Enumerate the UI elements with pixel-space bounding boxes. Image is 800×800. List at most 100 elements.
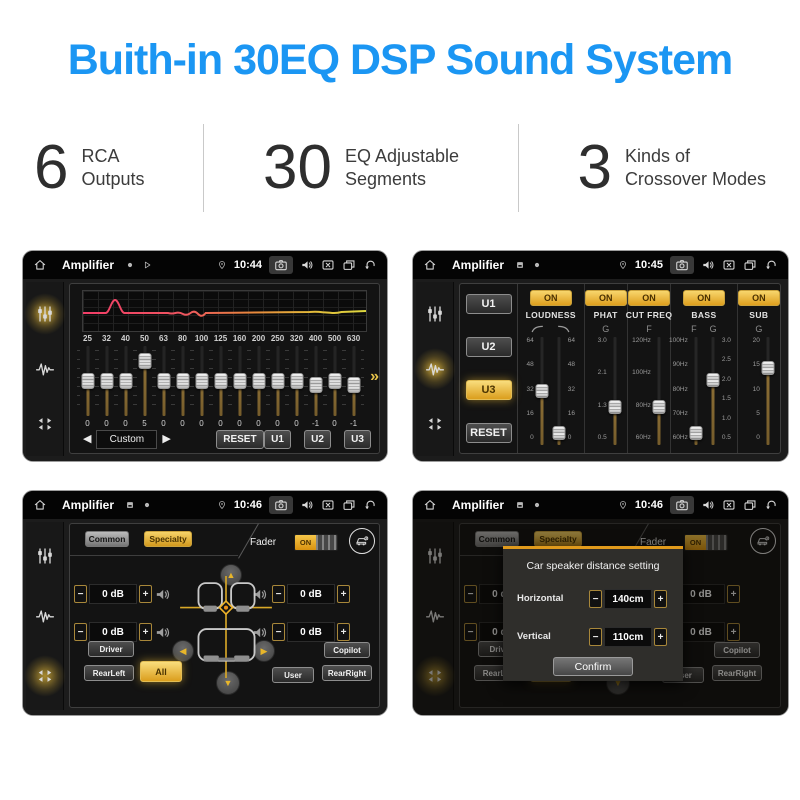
equalizer-nav-icon[interactable] xyxy=(421,300,449,328)
decrease-button[interactable]: − xyxy=(74,585,87,603)
slider-handle[interactable] xyxy=(707,373,720,387)
home-icon[interactable] xyxy=(33,258,47,272)
slider-handle[interactable] xyxy=(653,400,666,414)
increase-button[interactable]: + xyxy=(337,585,350,603)
crossover-reset-button[interactable]: RESET xyxy=(466,423,512,443)
fader-toggle[interactable]: ON xyxy=(294,534,338,551)
eq-band-slider[interactable] xyxy=(118,346,133,416)
slider-handle[interactable] xyxy=(290,373,303,389)
increase-button[interactable]: + xyxy=(139,585,152,603)
more-chevron[interactable]: » xyxy=(370,368,379,386)
balance-nav-icon[interactable] xyxy=(31,662,59,690)
eq-band-slider[interactable] xyxy=(289,346,304,416)
slider-handle[interactable] xyxy=(328,373,341,389)
decrease-button[interactable]: − xyxy=(589,628,602,646)
decrease-button[interactable]: − xyxy=(272,623,285,641)
home-icon[interactable] xyxy=(33,498,47,512)
recent-apps-icon[interactable] xyxy=(342,498,356,512)
preset-next-button[interactable]: ▶ xyxy=(157,434,175,445)
rear-right-button[interactable]: RearRight xyxy=(322,665,372,681)
eq-band-slider[interactable] xyxy=(308,346,323,416)
back-icon[interactable] xyxy=(363,498,377,512)
slider-handle[interactable] xyxy=(762,361,775,375)
channel-on-button[interactable]: ON xyxy=(683,290,725,306)
slider-handle[interactable] xyxy=(271,373,284,389)
home-icon[interactable] xyxy=(423,498,437,512)
decrease-button[interactable]: − xyxy=(74,623,87,641)
tab-common[interactable]: Common xyxy=(85,531,129,547)
volume-icon[interactable] xyxy=(701,258,715,272)
user-button[interactable]: User xyxy=(272,667,314,683)
volume-icon[interactable] xyxy=(300,498,314,512)
confirm-button[interactable]: Confirm xyxy=(553,657,633,676)
slider-handle[interactable] xyxy=(119,373,132,389)
eq-band-slider[interactable] xyxy=(346,346,361,416)
crossover-slider[interactable] xyxy=(652,337,667,445)
slider-handle[interactable] xyxy=(138,353,151,369)
increase-button[interactable]: + xyxy=(337,623,350,641)
screenshot-button[interactable] xyxy=(269,496,293,514)
recent-apps-icon[interactable] xyxy=(342,258,356,272)
volume-icon[interactable] xyxy=(701,498,715,512)
eq-band-slider[interactable] xyxy=(194,346,209,416)
tab-specialty[interactable]: Specialty xyxy=(144,531,192,547)
slider-handle[interactable] xyxy=(157,373,170,389)
memory-u3-button[interactable]: U3 xyxy=(466,380,512,400)
equalizer-nav-icon[interactable] xyxy=(31,300,59,328)
home-icon[interactable] xyxy=(423,258,437,272)
channel-on-button[interactable]: ON xyxy=(530,290,572,306)
crossover-slider[interactable] xyxy=(706,337,721,445)
crossover-slider[interactable] xyxy=(761,337,776,445)
close-app-icon[interactable] xyxy=(321,498,335,512)
eq-band-slider[interactable] xyxy=(213,346,228,416)
screenshot-button[interactable] xyxy=(269,256,293,274)
volume-icon[interactable] xyxy=(300,258,314,272)
car-seat-diagram[interactable] xyxy=(180,576,272,678)
crossover-slider[interactable] xyxy=(552,337,567,445)
decrease-button[interactable]: − xyxy=(272,585,285,603)
close-app-icon[interactable] xyxy=(722,498,736,512)
preset-prev-button[interactable]: ◀ xyxy=(78,434,96,445)
slider-handle[interactable] xyxy=(690,426,703,440)
balance-nav-icon[interactable] xyxy=(421,410,449,438)
slider-handle[interactable] xyxy=(214,373,227,389)
back-icon[interactable] xyxy=(764,498,778,512)
slider-handle[interactable] xyxy=(100,373,113,389)
eq-band-slider[interactable] xyxy=(156,346,171,416)
eq-band-slider[interactable] xyxy=(251,346,266,416)
recent-apps-icon[interactable] xyxy=(743,498,757,512)
sound-effect-nav-icon[interactable] xyxy=(421,355,449,383)
memory-u3-button[interactable]: U3 xyxy=(344,430,371,449)
all-button[interactable]: All xyxy=(140,661,182,682)
slider-handle[interactable] xyxy=(347,377,360,393)
increase-button[interactable]: + xyxy=(139,623,152,641)
sound-effect-nav-icon[interactable] xyxy=(31,602,59,630)
back-icon[interactable] xyxy=(764,258,778,272)
slider-handle[interactable] xyxy=(609,400,622,414)
balance-nav-icon[interactable] xyxy=(31,410,59,438)
decrease-button[interactable]: − xyxy=(589,590,602,608)
eq-band-slider[interactable] xyxy=(80,346,95,416)
slider-handle[interactable] xyxy=(536,384,549,398)
increase-button[interactable]: + xyxy=(654,628,667,646)
screenshot-button[interactable] xyxy=(670,256,694,274)
recent-apps-icon[interactable] xyxy=(743,258,757,272)
slider-handle[interactable] xyxy=(233,373,246,389)
slider-handle[interactable] xyxy=(176,373,189,389)
channel-on-button[interactable]: ON xyxy=(738,290,780,306)
channel-on-button[interactable]: ON xyxy=(628,290,670,306)
crossover-slider[interactable] xyxy=(535,337,550,445)
sound-effect-nav-icon[interactable] xyxy=(31,355,59,383)
equalizer-nav-icon[interactable] xyxy=(31,542,59,570)
eq-band-slider[interactable] xyxy=(137,346,152,416)
car-audio-icon[interactable] xyxy=(349,528,375,554)
memory-u1-button[interactable]: U1 xyxy=(264,430,291,449)
close-app-icon[interactable] xyxy=(722,258,736,272)
eq-reset-button[interactable]: RESET xyxy=(216,430,264,449)
rear-left-button[interactable]: RearLeft xyxy=(84,665,134,681)
eq-band-slider[interactable] xyxy=(270,346,285,416)
copilot-button[interactable]: Copilot xyxy=(324,642,370,658)
slider-handle[interactable] xyxy=(195,373,208,389)
memory-u2-button[interactable]: U2 xyxy=(304,430,331,449)
eq-band-slider[interactable] xyxy=(99,346,114,416)
